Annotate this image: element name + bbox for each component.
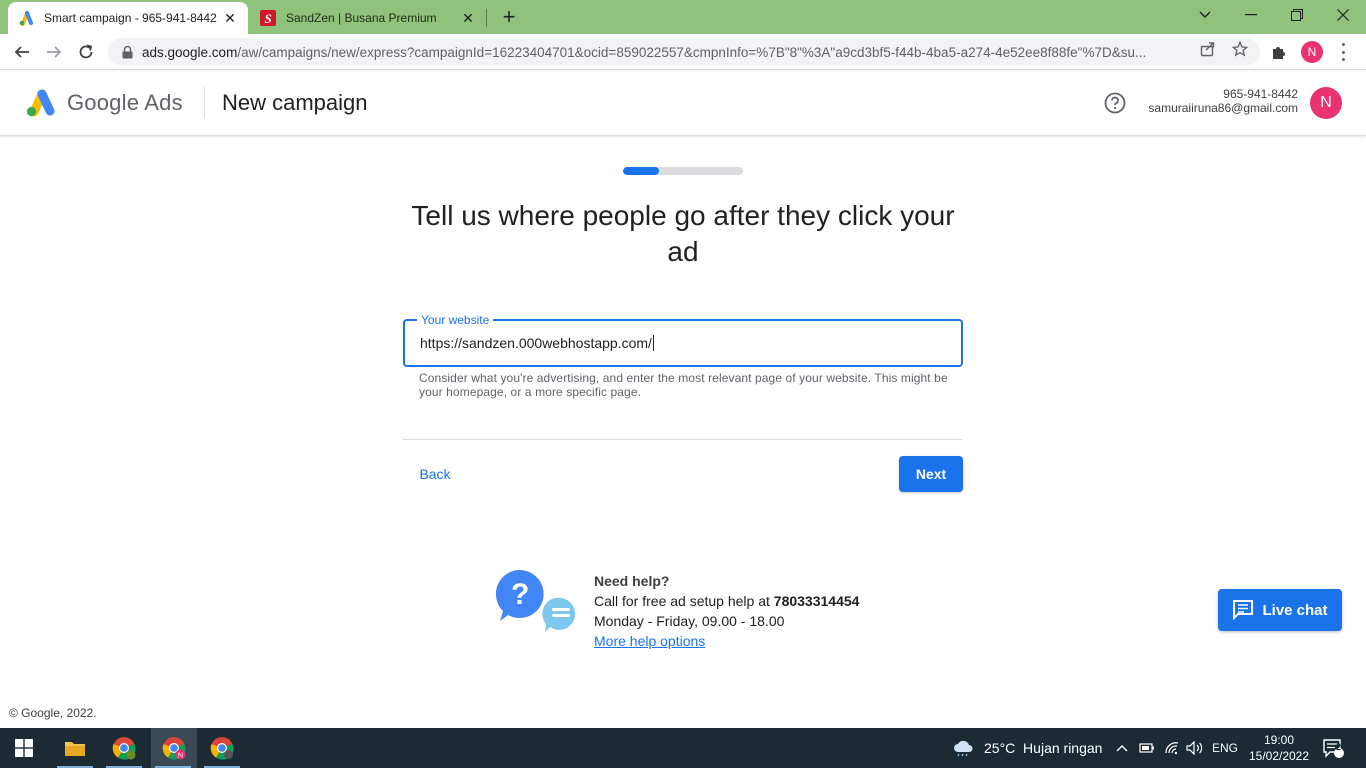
more-help-options-link[interactable]: More help options (594, 633, 705, 649)
cloud-rain-icon (952, 739, 974, 757)
help-question-icon[interactable] (1104, 92, 1126, 114)
back-button[interactable]: Back (411, 460, 459, 488)
tab-separator (486, 9, 487, 27)
help-phone: 78033314454 (773, 593, 860, 609)
divider (403, 439, 963, 440)
chrome-taskbar-icon[interactable] (102, 728, 146, 768)
bookmark-star-icon[interactable] (1232, 41, 1248, 57)
account-info[interactable]: 965-941-8442 samuraiiruna86@gmail.com (1148, 87, 1298, 115)
website-hint: Consider what you're advertising, and en… (419, 371, 948, 399)
file-explorer-icon[interactable] (53, 728, 97, 768)
volume-icon[interactable] (1186, 728, 1204, 768)
svg-text:N: N (178, 753, 183, 760)
tab-title: SandZen | Busana Premium (286, 11, 437, 25)
step-headline: Tell us where people go after they click… (411, 200, 955, 267)
next-button[interactable]: Next (899, 456, 963, 492)
live-chat-label: Live chat (1262, 601, 1328, 619)
notification-center-icon[interactable]: 2 (1322, 728, 1344, 768)
browser-menu-icon[interactable] (1340, 43, 1346, 61)
clock-date: 15/02/2022 (1248, 749, 1310, 763)
google-ads-logo-icon[interactable] (24, 88, 56, 118)
show-hidden-icons-chevron-icon[interactable] (1116, 728, 1128, 768)
copyright: © Google, 2022. (9, 706, 97, 720)
url-path: /aw/campaigns/new/express?campaignId=162… (237, 44, 1147, 60)
help-text: Need help? Call for free ad setup help a… (594, 571, 859, 651)
svg-text:S: S (265, 11, 272, 26)
windows-start-icon[interactable] (2, 728, 46, 768)
tab-smart-campaign[interactable]: Smart campaign - 965-941-8442 ✕ (8, 2, 248, 34)
address-bar[interactable]: ads.google.com/aw/campaigns/new/express?… (108, 38, 1260, 66)
text-caret (652, 335, 654, 351)
help-hours: Monday - Friday, 09.00 - 18.00 (594, 613, 785, 629)
svg-text:?: ? (511, 578, 529, 611)
account-avatar[interactable]: N (1310, 87, 1342, 119)
browser-profile-avatar[interactable]: N (1301, 41, 1323, 63)
help-title: Need help? (594, 573, 670, 589)
help-call-prefix: Call for free ad setup help at (594, 593, 774, 609)
input-language[interactable]: ENG (1212, 728, 1238, 768)
windows-taskbar: N 25°C Hujan ringan ENG 2 (0, 728, 1366, 768)
url-text: ads.google.com/aw/campaigns/new/express?… (142, 45, 1182, 60)
browser-tabstrip: Smart campaign - 965-941-8442 ✕ S SandZe… (0, 0, 1366, 34)
clock-time: 19:00 (1263, 733, 1295, 747)
share-icon[interactable] (1200, 41, 1216, 57)
wifi-icon[interactable] (1164, 728, 1180, 768)
account-id: 965-941-8442 (1223, 87, 1298, 101)
reload-icon[interactable] (73, 39, 99, 65)
close-tab-icon[interactable]: ✕ (222, 10, 238, 26)
header-divider (204, 87, 205, 119)
progress-fill (623, 167, 659, 175)
chrome-profile-taskbar-icon[interactable] (200, 728, 244, 768)
chat-bubble-icon (1232, 600, 1254, 621)
extensions-puzzle-icon[interactable] (1270, 43, 1288, 61)
help-illustration-icon: ? (494, 568, 580, 636)
new-tab-plus-icon[interactable]: + (498, 4, 520, 29)
website-field[interactable]: Your website https://sandzen.000webhosta… (403, 313, 963, 367)
website-input[interactable]: https://sandzen.000webhostapp.com/ (420, 334, 654, 352)
ads-header: Google Ads New campaign 965-941-8442 sam… (0, 71, 1366, 135)
minimize-icon[interactable] (1228, 0, 1274, 30)
restore-icon[interactable] (1274, 0, 1320, 30)
help-call-line: Call for free ad setup help at 780333144… (594, 591, 859, 611)
url-host: ads.google.com (142, 44, 238, 60)
weather-text: 25°C Hujan ringan (984, 740, 1103, 756)
close-tab-icon[interactable]: ✕ (460, 10, 476, 26)
page-title: New campaign (222, 90, 368, 115)
website-input-value: https://sandzen.000webhostapp.com/ (420, 335, 652, 351)
tab-search-chevron-icon[interactable] (1182, 0, 1228, 30)
account-email: samuraiiruna86@gmail.com (1148, 101, 1298, 115)
sandzen-favicon-icon: S (260, 10, 276, 26)
lock-icon[interactable] (122, 45, 134, 59)
back-arrow-icon[interactable] (9, 39, 35, 65)
google-ads-favicon-icon (18, 10, 34, 26)
tab-title: Smart campaign - 965-941-8442 (44, 11, 217, 25)
progress-bar (623, 167, 743, 175)
brand-ads: Ads (144, 90, 183, 115)
chrome-profile-n-taskbar-icon[interactable]: N (151, 728, 197, 768)
live-chat-button[interactable]: Live chat (1218, 589, 1342, 631)
brand-google: Google (67, 90, 140, 115)
close-window-icon[interactable] (1320, 0, 1366, 30)
battery-icon[interactable] (1139, 728, 1155, 768)
browser-toolbar: ads.google.com/aw/campaigns/new/express?… (0, 34, 1366, 70)
weather-widget[interactable]: 25°C Hujan ringan (952, 728, 1102, 768)
taskbar-clock[interactable]: 19:00 15/02/2022 (1248, 732, 1310, 764)
forward-arrow-icon[interactable] (41, 39, 67, 65)
google-ads-wordmark: Google Ads (67, 90, 183, 116)
tab-sandzen[interactable]: S SandZen | Busana Premium ✕ (250, 2, 486, 34)
website-field-label: Your website (417, 313, 494, 327)
notification-count: 2 (1336, 742, 1342, 752)
